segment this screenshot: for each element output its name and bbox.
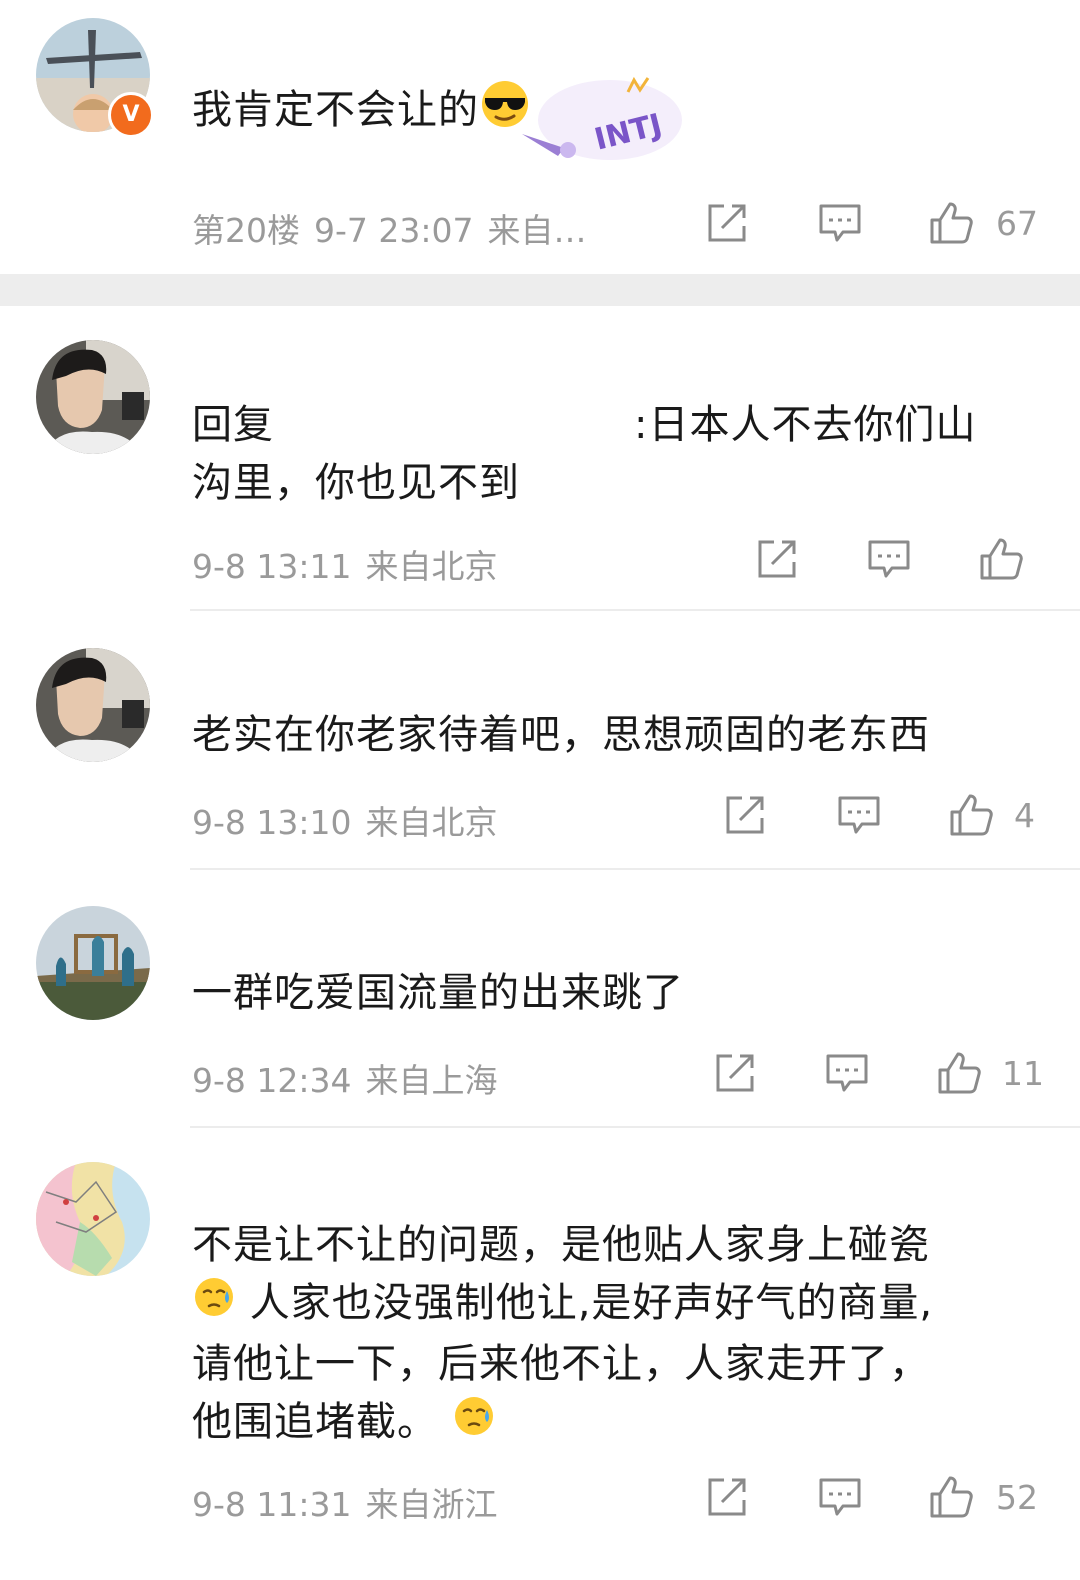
like-count: 52 [996, 1478, 1038, 1517]
like-button[interactable] [978, 536, 1024, 582]
share-button[interactable] [704, 1474, 750, 1520]
comment-button[interactable] [817, 1474, 863, 1520]
sweat-emoji-icon [452, 1394, 496, 1454]
sweat-emoji-icon [192, 1275, 236, 1335]
like-count: 67 [996, 204, 1038, 243]
share-icon [722, 792, 768, 838]
comment-line-2: 人家也没强制他让,是好声好气的商量, [192, 1274, 1022, 1335]
comment-text: 回复 :日本人不去你们山 沟里，你也见不到 [192, 396, 1022, 512]
like-icon [928, 200, 974, 246]
comment-button[interactable] [817, 200, 863, 246]
floor-number: 第20楼 [192, 211, 300, 250]
comment-source: 来自上海 [365, 1061, 498, 1100]
section-separator [0, 274, 1080, 306]
like-button[interactable] [936, 1050, 982, 1096]
reply-content: :日本人不去你们山 [634, 402, 977, 448]
comment-source: 来自北京 [365, 547, 498, 586]
avatar[interactable] [36, 1162, 150, 1276]
comment-item: 不是让不让的问题，是他贴人家身上碰瓷 人家也没强制他让,是好声好气的商量, 请他… [0, 1128, 1080, 1580]
verified-badge: V [108, 92, 154, 138]
share-button[interactable] [722, 792, 768, 838]
comment-button[interactable] [866, 536, 912, 582]
comment-icon [817, 1474, 863, 1520]
comment-item: 回复 :日本人不去你们山 沟里，你也见不到 9-8 13:11 来自北京 [0, 306, 1080, 612]
comment-text: 一群吃爱国流量的出来跳了 [192, 970, 684, 1016]
like-icon [936, 1050, 982, 1096]
comment-source: 来自… [487, 211, 587, 250]
share-icon [704, 1474, 750, 1520]
like-button[interactable] [928, 1474, 974, 1520]
comment-icon [866, 536, 912, 582]
comment-line-2: 沟里，你也见不到 [192, 460, 520, 506]
avatar[interactable] [36, 340, 150, 454]
comment-time: 9-8 12:34 [192, 1061, 352, 1100]
like-button[interactable] [948, 792, 994, 838]
like-button[interactable] [928, 200, 974, 246]
comment-button[interactable] [836, 792, 882, 838]
comment-item: 一群吃爱国流量的出来跳了 9-8 12:34 来自上海 11 [0, 870, 1080, 1128]
comment-meta: 第20楼 9-7 23:07 来自… [192, 204, 601, 252]
comment-icon [824, 1050, 870, 1096]
comment-time: 9-7 23:07 [314, 211, 474, 250]
like-icon [948, 792, 994, 838]
comment-meta: 9-8 12:34 来自上海 [192, 1054, 512, 1102]
comment-meta: 9-8 13:11 来自北京 [192, 540, 512, 588]
comment-item: 老实在你老家待着吧，思想顽固的老东西 9-8 13:10 来自北京 4 [0, 612, 1080, 870]
divider [190, 609, 1080, 611]
share-button[interactable] [712, 1050, 758, 1096]
comment-text: 老实在你老家待着吧，思想顽固的老东西 [192, 712, 930, 758]
comment-line-2-text: 人家也没强制他让,是好声好气的商量, [249, 1280, 934, 1326]
comment-meta: 9-8 13:10 来自北京 [192, 796, 512, 844]
comment-bubble-decoration: INTJ [510, 72, 685, 167]
comment-meta: 9-8 11:31 来自浙江 [192, 1478, 512, 1526]
comment-text: 不是让不让的问题，是他贴人家身上碰瓷 人家也没强制他让,是好声好气的商量, 请他… [192, 1216, 1022, 1454]
avatar[interactable] [36, 648, 150, 762]
comment-line-3: 请他让一下，后来他不让，人家走开了， [192, 1341, 930, 1387]
comment-button[interactable] [824, 1050, 870, 1096]
comment-time: 9-8 11:31 [192, 1485, 352, 1524]
comment-line-1: 不是让不让的问题，是他贴人家身上碰瓷 [192, 1222, 930, 1268]
like-count: 4 [1014, 796, 1035, 835]
comment-text-content: 我肯定不会让的 [192, 87, 479, 133]
comment-item: V 我肯定不会让的 INTJ 第20楼 9-7 23:07 来自… 67 [0, 0, 1080, 274]
comment-icon [836, 792, 882, 838]
share-icon [704, 200, 750, 246]
reply-label: 回复 [192, 402, 274, 448]
avatar[interactable] [36, 906, 150, 1020]
share-icon [754, 536, 800, 582]
like-count: 11 [1002, 1054, 1044, 1093]
like-icon [928, 1474, 974, 1520]
comment-time: 9-8 13:11 [192, 547, 352, 586]
comment-line-4-text: 他围追堵截。 [192, 1399, 438, 1445]
share-button[interactable] [754, 536, 800, 582]
comment-icon [817, 200, 863, 246]
comment-time: 9-8 13:10 [192, 803, 352, 842]
like-icon [978, 536, 1024, 582]
comment-line-4: 他围追堵截。 [192, 1393, 1022, 1454]
comment-line-1: 回复 :日本人不去你们山 [192, 396, 1022, 454]
comment-source: 来自浙江 [365, 1485, 498, 1524]
comment-source: 来自北京 [365, 803, 498, 842]
share-icon [712, 1050, 758, 1096]
share-button[interactable] [704, 200, 750, 246]
